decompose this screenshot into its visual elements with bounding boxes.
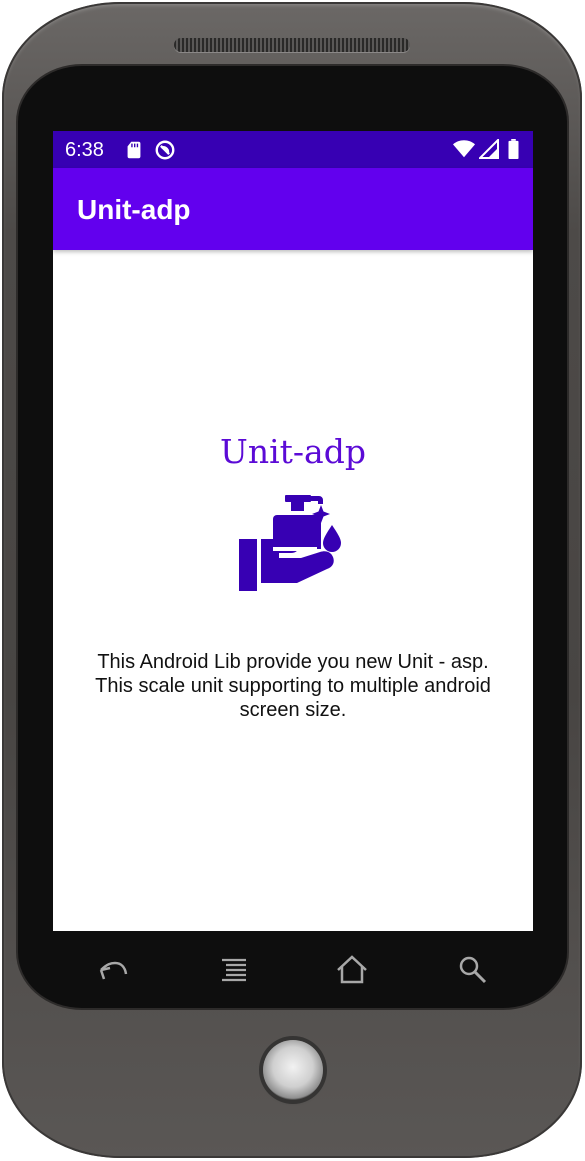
back-icon[interactable] bbox=[93, 950, 133, 990]
description-text: This Android Lib provide you new Unit - … bbox=[95, 651, 491, 721]
app-bar: Unit-adp bbox=[53, 168, 533, 250]
search-icon[interactable] bbox=[453, 950, 493, 990]
device-frame: 6:38 Unit-adp Unit-adp This Android Lib … bbox=[0, 0, 585, 1161]
hardware-navigation-bar bbox=[53, 942, 533, 996]
menu-icon[interactable] bbox=[214, 950, 254, 990]
status-bar: 6:38 bbox=[53, 131, 533, 168]
battery-icon bbox=[508, 139, 519, 159]
signal-icon bbox=[479, 139, 499, 159]
do-not-disturb-icon bbox=[155, 140, 175, 160]
physical-home-button[interactable] bbox=[263, 1040, 323, 1100]
hand-wash-icon bbox=[239, 495, 341, 591]
wifi-icon bbox=[453, 140, 475, 158]
earpiece-speaker bbox=[174, 38, 410, 52]
content-title: Unit-adp bbox=[220, 432, 366, 471]
app-bar-title: Unit-adp bbox=[77, 194, 191, 225]
home-icon[interactable] bbox=[332, 950, 372, 990]
app-screen: 6:38 Unit-adp Unit-adp This Android Lib … bbox=[53, 131, 533, 931]
sd-card-icon bbox=[127, 141, 141, 159]
status-time: 6:38 bbox=[65, 139, 104, 161]
